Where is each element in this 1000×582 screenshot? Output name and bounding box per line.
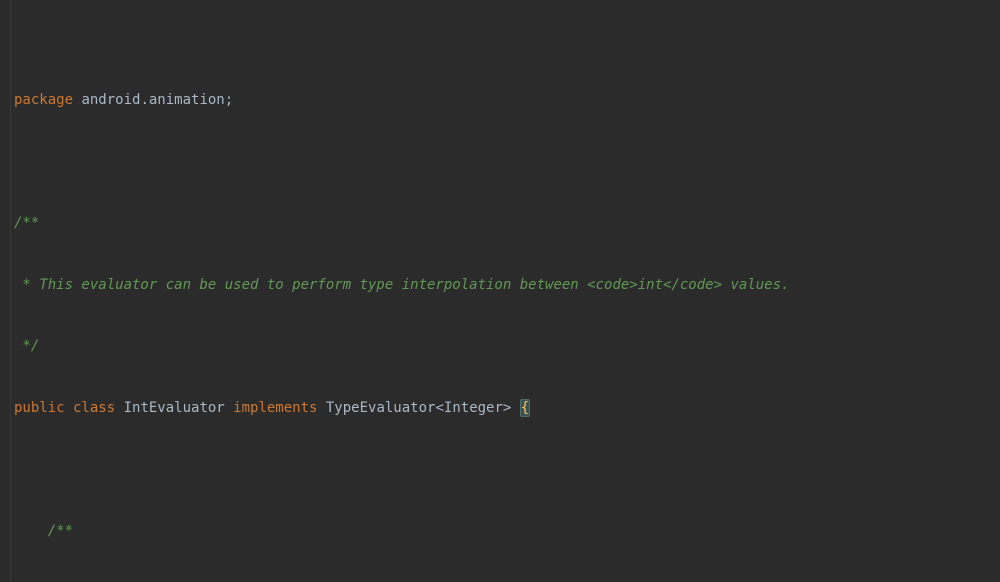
blank-line	[14, 459, 1000, 480]
keyword-package: package	[14, 92, 73, 108]
type-ref: TypeEvaluator	[317, 400, 435, 416]
semicolon: ;	[225, 92, 233, 108]
javadoc-open: /**	[14, 523, 73, 539]
brace-open-matched: {	[520, 399, 530, 417]
javadoc-line: /**	[14, 521, 1000, 542]
javadoc-line: /**	[14, 213, 1000, 234]
keyword-public: public	[14, 400, 65, 416]
code-line: public class IntEvaluator implements Typ…	[14, 398, 1000, 419]
keyword-class: class	[65, 400, 116, 416]
class-name: IntEvaluator	[115, 400, 225, 416]
angle-open: <	[435, 400, 443, 416]
javadoc-open: /**	[14, 215, 39, 231]
package-name: android.animation	[73, 92, 225, 108]
javadoc-close: */	[14, 338, 39, 354]
javadoc-text: * This evaluator can be used to perform …	[14, 277, 789, 293]
type-ref: Integer	[444, 400, 503, 416]
javadoc-line: */	[14, 336, 1000, 357]
blank-line	[14, 152, 1000, 173]
code-line: package android.animation;	[14, 90, 1000, 111]
code-editor[interactable]: package android.animation; /** * This ev…	[0, 0, 1000, 582]
keyword-implements: implements	[225, 400, 318, 416]
javadoc-line: * This evaluator can be used to perform …	[14, 275, 1000, 296]
space	[511, 400, 519, 416]
